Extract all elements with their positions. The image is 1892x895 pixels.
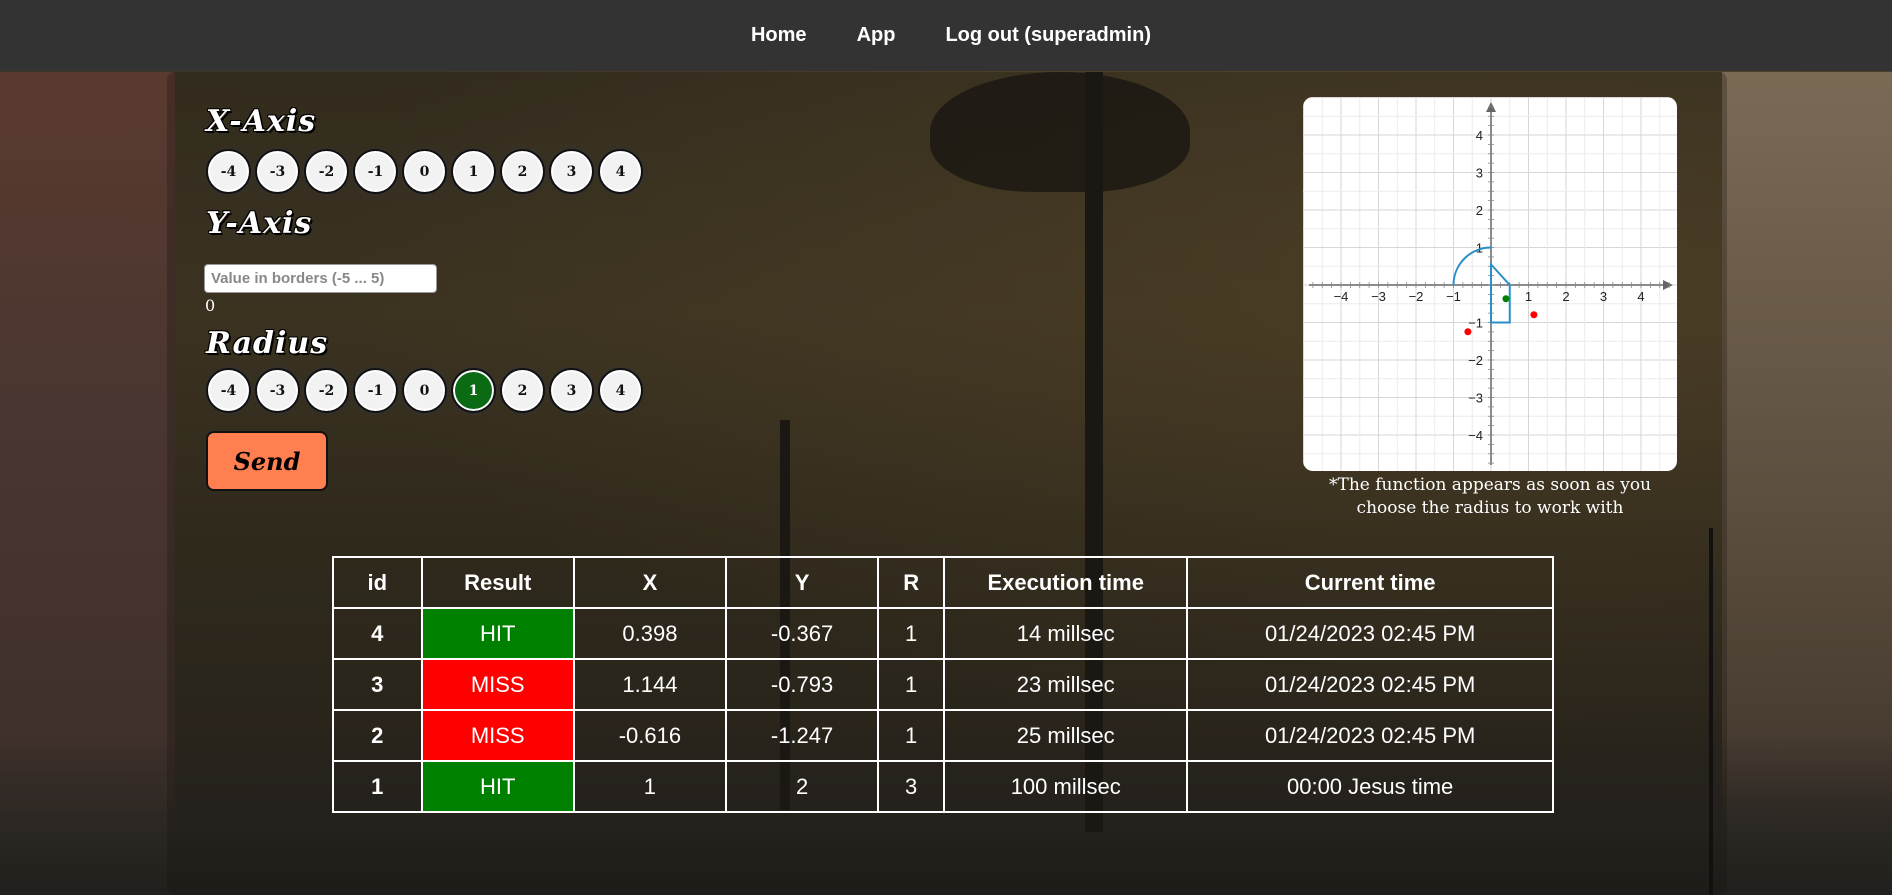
x-cell: 1 xyxy=(572,760,728,813)
area-polygon xyxy=(1490,261,1511,324)
nav-home-link[interactable]: Home xyxy=(751,24,807,47)
id-cell: 4 xyxy=(332,607,423,660)
radius-buttons: -4 -3 -2 -1 0 1 2 3 4 xyxy=(206,368,643,413)
x-tick-label: 4 xyxy=(1637,289,1644,304)
nav-app-link[interactable]: App xyxy=(857,24,896,47)
r-cell: 1 xyxy=(877,709,946,762)
column-header: R xyxy=(877,556,946,609)
y-tick-label: −3 xyxy=(1468,391,1483,406)
y-tick-label: 4 xyxy=(1476,128,1483,143)
r-cell: 3 xyxy=(877,760,946,813)
y-cell: 2 xyxy=(724,760,880,813)
radius-heading: Radius xyxy=(206,326,329,361)
x-tick-label: 1 xyxy=(1525,289,1532,304)
x-value-button-4[interactable]: 4 xyxy=(598,149,643,194)
table-row: 4 HIT 0.398 -0.367 1 14 millsec 01/24/2023 02:… xyxy=(332,607,1554,660)
top-navigation: Home App Log out (superadmin) xyxy=(0,0,1892,71)
y-axis-heading: Y-Axis xyxy=(206,206,313,241)
x-value-button-3[interactable]: 3 xyxy=(549,149,594,194)
y-current-value: 0 xyxy=(205,296,216,315)
execution-time-cell: 25 millsec xyxy=(943,709,1189,762)
y-tick-label: 3 xyxy=(1476,166,1483,181)
y-cell: -0.793 xyxy=(724,658,880,711)
x-value-button--2[interactable]: -2 xyxy=(304,149,349,194)
id-cell: 3 xyxy=(332,658,423,711)
column-header: Y xyxy=(724,556,880,609)
x-tick-label: −1 xyxy=(1446,289,1461,304)
column-header: Execution time xyxy=(943,556,1189,609)
x-value-button-2[interactable]: 2 xyxy=(500,149,545,194)
table-row: 3 MISS 1.144 -0.793 1 23 millsec 01/24/2023 02… xyxy=(332,658,1554,711)
r-cell: 1 xyxy=(877,607,946,660)
y-tick-label: −2 xyxy=(1468,353,1483,368)
radius-button--3[interactable]: -3 xyxy=(255,368,300,413)
current-time-cell: 01/24/2023 02:45 PM xyxy=(1186,658,1554,711)
radius-button-1[interactable]: 1 xyxy=(451,368,496,413)
y-tick-label: −1 xyxy=(1468,316,1483,331)
result-cell: MISS xyxy=(420,709,575,762)
x-axis-heading: X-Axis xyxy=(206,104,317,139)
x-value-button--1[interactable]: -1 xyxy=(353,149,398,194)
r-cell: 1 xyxy=(877,658,946,711)
x-tick-label: 3 xyxy=(1600,289,1607,304)
radius-button-0[interactable]: 0 xyxy=(402,368,447,413)
x-axis-arrow xyxy=(1663,280,1673,290)
x-cell: 1.144 xyxy=(572,658,728,711)
table-header-row: id Result X Y R Execution time Current time xyxy=(332,556,1554,609)
x-tick-label: −4 xyxy=(1334,289,1349,304)
table-row: 2 MISS -0.616 -1.247 1 25 millsec 01/24/2023 0… xyxy=(332,709,1554,762)
result-cell: MISS xyxy=(420,658,575,711)
x-value-button-1[interactable]: 1 xyxy=(451,149,496,194)
x-value-button-0[interactable]: 0 xyxy=(402,149,447,194)
x-cell: -0.616 xyxy=(572,709,728,762)
id-cell: 2 xyxy=(332,709,423,762)
column-header: id xyxy=(332,556,423,609)
coordinate-plane[interactable]: −4 −3 −2 −1 1 2 3 44321−1−2−3−4 xyxy=(1303,97,1677,471)
hit-point xyxy=(1502,295,1510,303)
radius-button-3[interactable]: 3 xyxy=(549,368,594,413)
miss-point xyxy=(1530,311,1538,319)
y-tick-label: 2 xyxy=(1476,203,1483,218)
y-tick-label: −4 xyxy=(1468,428,1483,443)
current-time-cell: 01/24/2023 02:45 PM xyxy=(1186,709,1554,762)
radius-button--2[interactable]: -2 xyxy=(304,368,349,413)
result-cell: HIT xyxy=(420,607,575,660)
x-tick-label: −3 xyxy=(1371,289,1386,304)
results-table: id Result X Y R Execution time Current time 4H… xyxy=(332,556,1554,813)
execution-time-cell: 23 millsec xyxy=(943,658,1189,711)
radius-button--4[interactable]: -4 xyxy=(206,368,251,413)
table-row: 1 HIT 1 2 3 100 millsec 00:00 Jesus time xyxy=(332,760,1554,813)
miss-point xyxy=(1464,328,1472,336)
x-tick-label: 2 xyxy=(1562,289,1569,304)
result-cell: HIT xyxy=(420,760,575,813)
current-time-cell: 01/24/2023 02:45 PM xyxy=(1186,607,1554,660)
y-cell: -1.247 xyxy=(724,709,880,762)
x-tick-label: −2 xyxy=(1409,289,1424,304)
current-time-cell: 00:00 Jesus time xyxy=(1186,760,1554,813)
graph-panel[interactable]: −4 −3 −2 −1 1 2 3 4 4 3 2 1 −1 −2 −3 −4 xyxy=(1303,97,1677,471)
radius-button--1[interactable]: -1 xyxy=(353,368,398,413)
y-cell: -0.367 xyxy=(724,607,880,660)
x-cell: 0.398 xyxy=(572,607,728,660)
radius-button-2[interactable]: 2 xyxy=(500,368,545,413)
id-cell: 1 xyxy=(332,760,423,813)
column-header: Result xyxy=(420,556,575,609)
radius-button-4[interactable]: 4 xyxy=(598,368,643,413)
y-value-input[interactable] xyxy=(204,264,437,293)
x-value-buttons: -4 -3 -2 -1 0 1 2 3 4 xyxy=(206,149,643,194)
table-body: 4 HIT 0.398 -0.367 1 14 millsec 01/24/2023 02:… xyxy=(332,607,1554,813)
x-value-button--3[interactable]: -3 xyxy=(255,149,300,194)
column-header: X xyxy=(572,556,728,609)
graph-note: *The function appears as soon as you cho… xyxy=(1328,475,1652,518)
scrollbar-thumb[interactable] xyxy=(1709,528,1713,895)
execution-time-cell: 14 millsec xyxy=(943,607,1189,660)
nav-logout-link[interactable]: Log out (superadmin) xyxy=(945,24,1151,47)
column-header: Current time xyxy=(1186,556,1554,609)
execution-time-cell: 100 millsec xyxy=(943,760,1189,813)
x-value-button--4[interactable]: -4 xyxy=(206,149,251,194)
send-button[interactable]: Send xyxy=(206,431,328,491)
